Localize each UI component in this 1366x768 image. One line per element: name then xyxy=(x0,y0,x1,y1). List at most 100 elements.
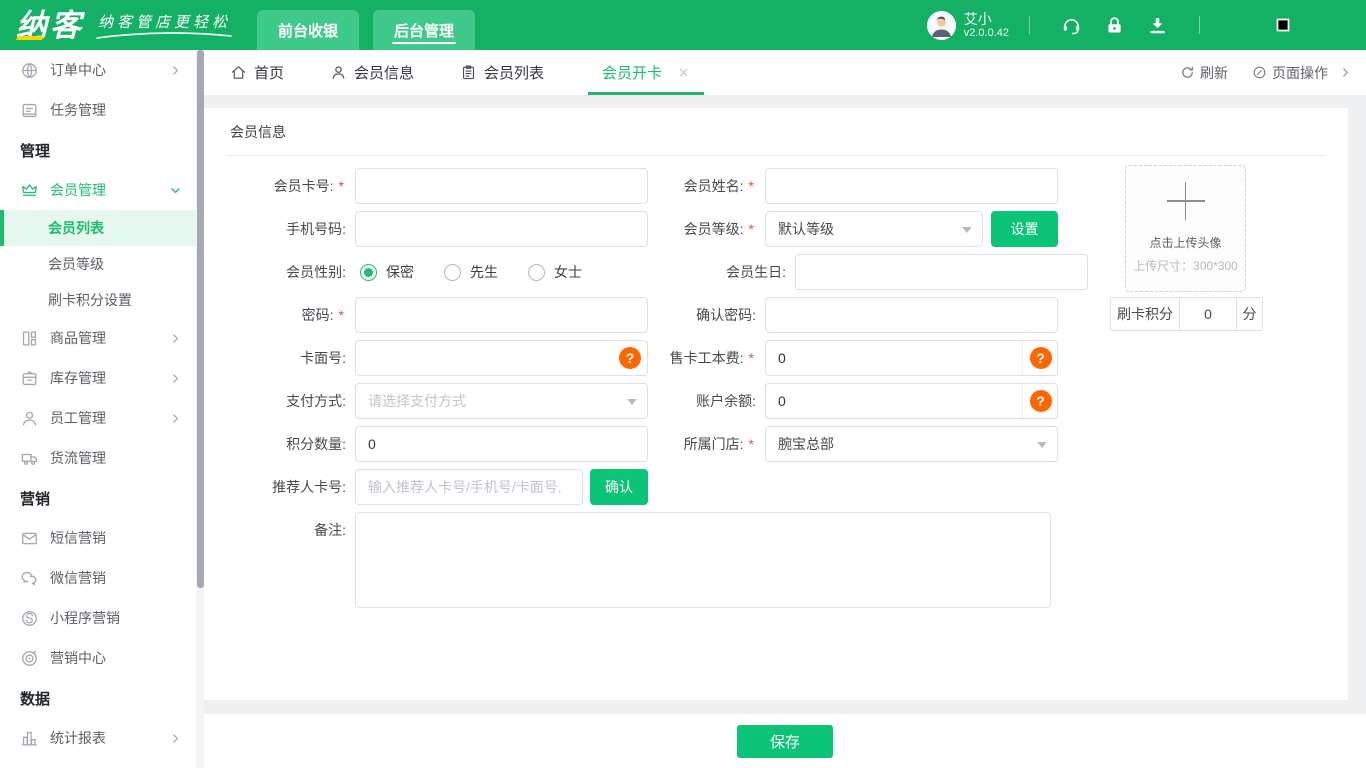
birthday-input[interactable] xyxy=(795,254,1088,290)
store-label: 所属门店: * xyxy=(683,436,754,452)
tab-member-open-card[interactable]: 会员开卡 xyxy=(588,50,705,95)
member-name-input[interactable] xyxy=(765,168,1058,204)
refresh-button[interactable]: 刷新 xyxy=(1180,63,1228,83)
card-no-input[interactable] xyxy=(355,168,648,204)
help-icon[interactable]: ? xyxy=(619,347,641,369)
sidebar-item-member-manage[interactable]: 会员管理 xyxy=(0,170,196,210)
sidebar-item-miniprogram-marketing[interactable]: 小程序营销 xyxy=(0,598,196,638)
divider xyxy=(228,155,1324,156)
sidebar-item-goods-manage[interactable]: 商品管理 xyxy=(0,318,196,358)
birthday-label: 会员生日: xyxy=(726,264,786,280)
nav-tab-admin[interactable]: 后台管理 xyxy=(373,10,476,50)
sidebar-item-logistics-manage[interactable]: 货流管理 xyxy=(0,438,196,478)
level-label: 会员等级: * xyxy=(683,221,754,237)
sidebar-section-marketing: 营销 xyxy=(20,490,51,508)
chevron-down-icon xyxy=(169,184,182,197)
tab-member-list[interactable]: 会员列表 xyxy=(458,50,546,95)
app-logo: 纳客 xyxy=(16,7,84,43)
page-operations-button[interactable]: 页面操作 xyxy=(1252,63,1352,83)
sidebar-scrollbar xyxy=(196,50,204,768)
tab-label: 会员开卡 xyxy=(602,65,663,82)
sidebar-item-wechat-marketing[interactable]: 微信营销 xyxy=(0,558,196,598)
help-icon[interactable]: ? xyxy=(1029,347,1052,369)
nav-tab-cashier[interactable]: 前台收银 xyxy=(257,10,360,50)
referrer-confirm-button[interactable]: 确认 xyxy=(590,469,648,505)
points-label: 积分数量: xyxy=(286,436,346,452)
password-input[interactable] xyxy=(355,297,648,333)
chart-icon xyxy=(20,729,39,748)
points-input[interactable] xyxy=(355,426,648,462)
swipe-points-input[interactable] xyxy=(1179,297,1237,331)
home-icon xyxy=(230,64,247,81)
sidebar-item-label: 订单中心 xyxy=(50,62,106,78)
section-title: 会员信息 xyxy=(230,124,286,140)
balance-label: 账户余额: xyxy=(696,393,756,409)
payment-label: 支付方式: xyxy=(286,393,346,409)
gender-option-secret[interactable]: 保密 xyxy=(360,262,414,282)
close-button[interactable] xyxy=(1316,16,1334,34)
chevron-right-icon xyxy=(169,372,182,385)
gender-option-female[interactable]: 女士 xyxy=(528,262,582,282)
sidebar-item-marketing-center[interactable]: 营销中心 xyxy=(0,638,196,678)
confirm-password-input[interactable] xyxy=(765,297,1058,333)
sidebar-item-label: 营销中心 xyxy=(50,650,106,666)
customer-service-icon[interactable] xyxy=(1061,15,1082,36)
sidebar-item-member-list[interactable]: 会员列表 xyxy=(0,210,196,246)
card-fee-label: 售卡工本费: * xyxy=(669,350,754,366)
card-fee-input[interactable] xyxy=(765,340,1058,376)
wechat-icon xyxy=(20,569,39,588)
card-fee-field: ? xyxy=(765,340,1058,376)
crown-icon xyxy=(20,181,39,200)
tab-member-info[interactable]: 会员信息 xyxy=(328,50,416,95)
sidebar-item-inventory-manage[interactable]: 库存管理 xyxy=(0,358,196,398)
sidebar: 订单中心任务管理管理会员管理 会员列表 会员等级 刷卡积分设置商品管理库存管理员工管理… xyxy=(0,50,196,768)
member-name-label: 会员姓名: * xyxy=(683,178,754,194)
remark-label: 备注: xyxy=(314,522,346,538)
sidebar-item-label: 员工管理 xyxy=(50,410,106,426)
referrer-input[interactable] xyxy=(355,469,583,505)
avatar[interactable] xyxy=(926,10,956,40)
balance-input[interactable] xyxy=(765,383,1058,419)
sidebar-item-swipe-points-setting[interactable]: 刷卡积分设置 xyxy=(0,282,196,318)
sidebar-scrollbar-thumb[interactable] xyxy=(196,50,204,588)
upload-title: 点击上传头像 xyxy=(1149,236,1222,250)
topbar: 纳客 纳客管店更轻松 前台收银 后台管理 艾小 v2.0.0.42 xyxy=(0,0,1366,50)
radio-icon xyxy=(528,263,545,281)
page-operations-icon xyxy=(1252,65,1267,80)
sidebar-item-sms-marketing[interactable]: 短信营销 xyxy=(0,518,196,558)
divider xyxy=(1199,16,1200,34)
app-version: v2.0.0.42 xyxy=(963,26,1009,39)
lock-icon[interactable] xyxy=(1104,15,1125,36)
close-icon[interactable] xyxy=(677,66,690,79)
phone-input[interactable] xyxy=(355,211,648,247)
sidebar-item-staff-manage[interactable]: 员工管理 xyxy=(0,398,196,438)
card-face-input[interactable] xyxy=(355,340,648,376)
level-set-button[interactable]: 设置 xyxy=(991,211,1058,247)
card-face-field: ? xyxy=(355,340,648,376)
download-icon[interactable] xyxy=(1147,15,1168,36)
sidebar-item-member-level[interactable]: 会员等级 xyxy=(0,246,196,282)
tab-label: 首页 xyxy=(254,65,285,82)
save-button[interactable]: 保存 xyxy=(737,724,833,758)
sidebar-item-stats-report[interactable]: 统计报表 xyxy=(0,718,196,758)
remark-textarea[interactable] xyxy=(355,512,1051,608)
store-select[interactable]: 腕宝总部 xyxy=(765,426,1058,462)
payment-select[interactable]: 请选择支付方式 xyxy=(355,383,648,419)
minimize-button[interactable] xyxy=(1232,16,1250,34)
refresh-icon xyxy=(1180,65,1195,80)
member-open-card-panel: 会员信息 会员卡号: * 会员姓名: * 手机号码: 会员等级: * 默认等级 设置 … xyxy=(204,108,1348,700)
help-icon[interactable]: ? xyxy=(1029,390,1052,412)
gender-option-male[interactable]: 先生 xyxy=(444,262,498,282)
gender-radio-group: 保密 先生 女士 xyxy=(360,254,582,290)
avatar-upload-box[interactable]: 点击上传头像 上传尺寸：300*300 xyxy=(1125,165,1246,292)
chevron-right-icon xyxy=(169,332,182,345)
sidebar-item-order-center[interactable]: 订单中心 xyxy=(0,50,196,90)
sidebar-item-label: 商品管理 xyxy=(50,330,106,346)
tab-home[interactable]: 首页 xyxy=(228,50,286,95)
password-label: 密码: * xyxy=(301,307,344,323)
sidebar-item-task-manage[interactable]: 任务管理 xyxy=(0,90,196,130)
maximize-button[interactable] xyxy=(1274,16,1292,34)
sidebar-section-manage: 管理 xyxy=(20,142,51,160)
level-select[interactable]: 默认等级 xyxy=(765,211,983,247)
balance-field: ? xyxy=(765,383,1058,419)
